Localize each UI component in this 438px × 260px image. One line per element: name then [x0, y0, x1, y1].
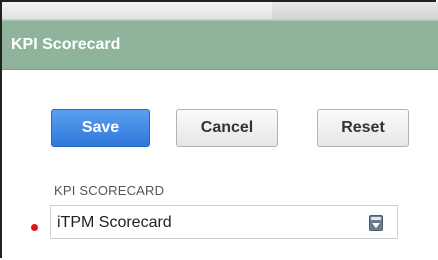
cancel-button[interactable]: Cancel — [176, 109, 278, 147]
scorecard-select-value: iTPM Scorecard — [57, 214, 172, 231]
scorecard-select[interactable]: iTPM Scorecard — [50, 205, 398, 239]
required-indicator — [31, 224, 38, 231]
title-bar: KPI Scorecard — [2, 20, 438, 70]
scorecard-field-label: KPI SCORECARD — [54, 183, 165, 198]
dropdown-icon[interactable] — [369, 215, 383, 231]
top-strip — [2, 2, 438, 20]
form-panel: Save Cancel Reset KPI SCORECARD iTPM Sco… — [2, 70, 438, 260]
save-button[interactable]: Save — [51, 109, 150, 147]
reset-button[interactable]: Reset — [317, 109, 409, 147]
window-title: KPI Scorecard — [11, 36, 121, 53]
top-strip-segment — [272, 2, 438, 19]
